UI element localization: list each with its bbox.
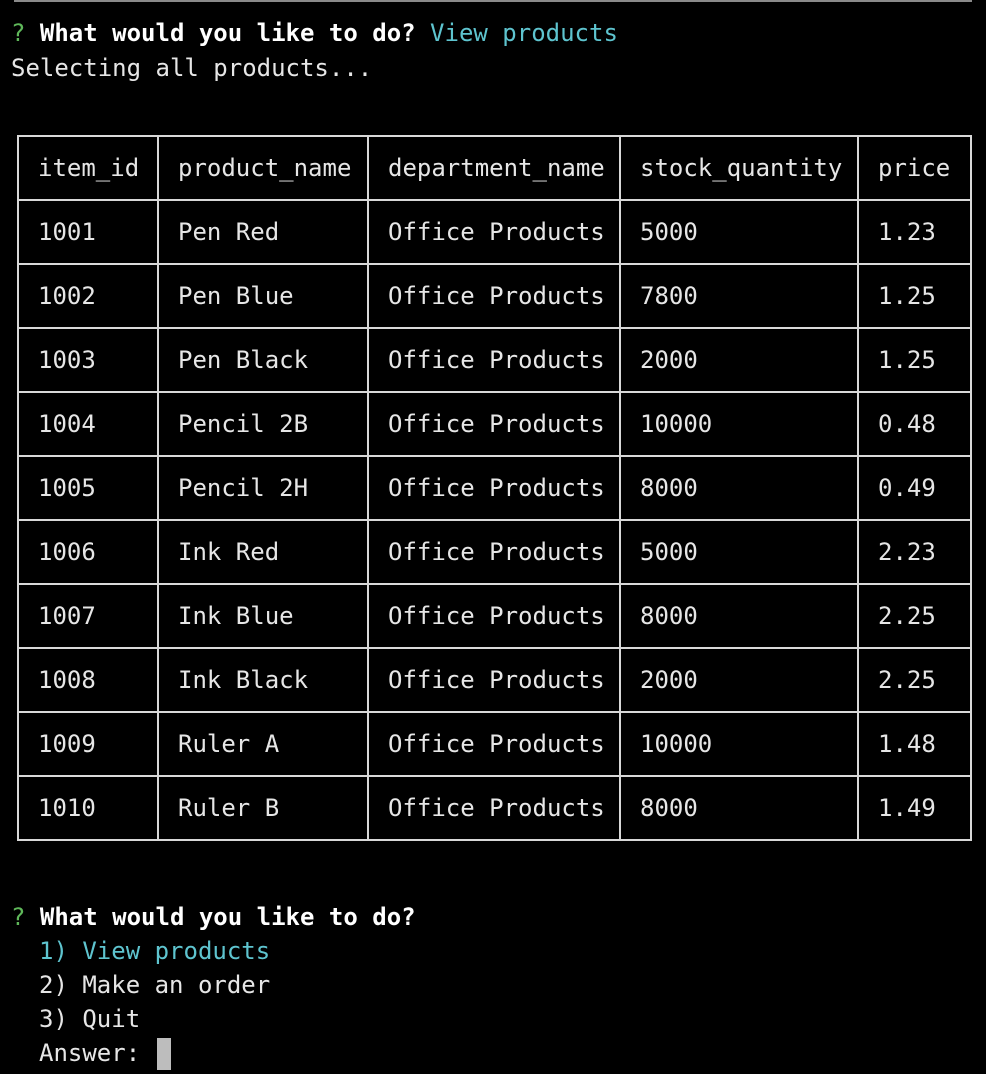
table-cell-item-id: 1010 xyxy=(17,775,159,841)
table-row: 1006 Ink Red Office Products 5000 2.23 xyxy=(17,519,972,585)
table-row: 1007 Ink Blue Office Products 8000 2.25 xyxy=(17,583,972,649)
column-header-department-name: department_name xyxy=(367,135,621,201)
table-cell-price: 0.48 xyxy=(857,391,972,457)
prompt-line-1: ? What would you like to do? View produc… xyxy=(11,16,618,50)
table-cell-stock-quantity: 10000 xyxy=(619,711,859,777)
table-cell-item-id: 1005 xyxy=(17,455,159,521)
column-header-item-id: item_id xyxy=(17,135,159,201)
table-row: 1002 Pen Blue Office Products 7800 1.25 xyxy=(17,263,972,329)
table-row: 1008 Ink Black Office Products 2000 2.25 xyxy=(17,647,972,713)
table-row: 1009 Ruler A Office Products 10000 1.48 xyxy=(17,711,972,777)
table-row: 1001 Pen Red Office Products 5000 1.23 xyxy=(17,199,972,265)
table-cell-department-name: Office Products xyxy=(367,199,621,265)
table-cell-stock-quantity: 2000 xyxy=(619,327,859,393)
table-cell-price: 2.25 xyxy=(857,647,972,713)
table-cell-product-name: Ruler A xyxy=(157,711,369,777)
menu-option-view-products[interactable]: 1) View products xyxy=(11,934,270,968)
table-cell-stock-quantity: 7800 xyxy=(619,263,859,329)
table-cell-stock-quantity: 5000 xyxy=(619,519,859,585)
table-row: 1005 Pencil 2H Office Products 8000 0.49 xyxy=(17,455,972,521)
menu-option-quit[interactable]: 3) Quit xyxy=(11,1002,140,1036)
column-header-product-name: product_name xyxy=(157,135,369,201)
table-row: 1010 Ruler B Office Products 8000 1.49 xyxy=(17,775,972,841)
table-header-row: item_id product_name department_name stock_… xyxy=(17,135,972,201)
table-cell-department-name: Office Products xyxy=(367,711,621,777)
table-cell-price: 1.25 xyxy=(857,327,972,393)
table-cell-department-name: Office Products xyxy=(367,263,621,329)
table-cell-department-name: Office Products xyxy=(367,519,621,585)
table-cell-product-name: Ink Red xyxy=(157,519,369,585)
table-cell-price: 2.23 xyxy=(857,519,972,585)
table-cell-product-name: Pen Red xyxy=(157,199,369,265)
table-cell-item-id: 1001 xyxy=(17,199,159,265)
table-cell-department-name: Office Products xyxy=(367,583,621,649)
table-cell-department-name: Office Products xyxy=(367,391,621,457)
table-cell-department-name: Office Products xyxy=(367,647,621,713)
question-marker: ? xyxy=(11,903,26,931)
table-cell-product-name: Ink Blue xyxy=(157,583,369,649)
table-cell-item-id: 1006 xyxy=(17,519,159,585)
text-cursor[interactable] xyxy=(156,1038,171,1070)
table-cell-product-name: Pencil 2B xyxy=(157,391,369,457)
table-cell-product-name: Pencil 2H xyxy=(157,455,369,521)
table-cell-price: 1.23 xyxy=(857,199,972,265)
table-cell-price: 1.49 xyxy=(857,775,972,841)
table-cell-department-name: Office Products xyxy=(367,327,621,393)
answer-label: Answer: xyxy=(39,1039,141,1067)
column-header-price: price xyxy=(857,135,972,201)
table-cell-price: 1.25 xyxy=(857,263,972,329)
table-row: 1003 Pen Black Office Products 2000 1.25 xyxy=(17,327,972,393)
table-cell-product-name: Ruler B xyxy=(157,775,369,841)
table-cell-department-name: Office Products xyxy=(367,775,621,841)
table-cell-item-id: 1009 xyxy=(17,711,159,777)
prompt-line-2: ? What would you like to do? xyxy=(11,900,416,934)
table-cell-price: 0.49 xyxy=(857,455,972,521)
prompt-question: What would you like to do? xyxy=(39,903,416,931)
products-table-body: item_id product_name department_name stock_… xyxy=(17,135,972,841)
table-cell-stock-quantity: 8000 xyxy=(619,583,859,649)
table-cell-price: 1.48 xyxy=(857,711,972,777)
answer-input-line[interactable]: Answer: xyxy=(11,1036,171,1070)
prompt-question: What would you like to do? xyxy=(39,19,416,47)
table-cell-product-name: Ink Black xyxy=(157,647,369,713)
table-cell-product-name: Pen Blue xyxy=(157,263,369,329)
status-text: Selecting all products... xyxy=(11,54,373,82)
table-cell-item-id: 1002 xyxy=(17,263,159,329)
products-table: item_id product_name department_name stock_… xyxy=(17,135,972,841)
table-cell-product-name: Pen Black xyxy=(157,327,369,393)
question-marker: ? xyxy=(11,19,26,47)
table-cell-item-id: 1008 xyxy=(17,647,159,713)
table-cell-price: 2.25 xyxy=(857,583,972,649)
table-cell-stock-quantity: 8000 xyxy=(619,455,859,521)
table-row: 1004 Pencil 2B Office Products 10000 0.48 xyxy=(17,391,972,457)
table-cell-department-name: Office Products xyxy=(367,455,621,521)
table-cell-stock-quantity: 2000 xyxy=(619,647,859,713)
table-cell-item-id: 1007 xyxy=(17,583,159,649)
table-cell-stock-quantity: 5000 xyxy=(619,199,859,265)
table-cell-stock-quantity: 8000 xyxy=(619,775,859,841)
top-divider xyxy=(14,0,972,2)
table-cell-item-id: 1004 xyxy=(17,391,159,457)
prompt-answer: View products xyxy=(430,19,618,47)
column-header-stock-quantity: stock_quantity xyxy=(619,135,859,201)
table-cell-item-id: 1003 xyxy=(17,327,159,393)
table-cell-stock-quantity: 10000 xyxy=(619,391,859,457)
menu-option-make-order[interactable]: 2) Make an order xyxy=(11,968,270,1002)
